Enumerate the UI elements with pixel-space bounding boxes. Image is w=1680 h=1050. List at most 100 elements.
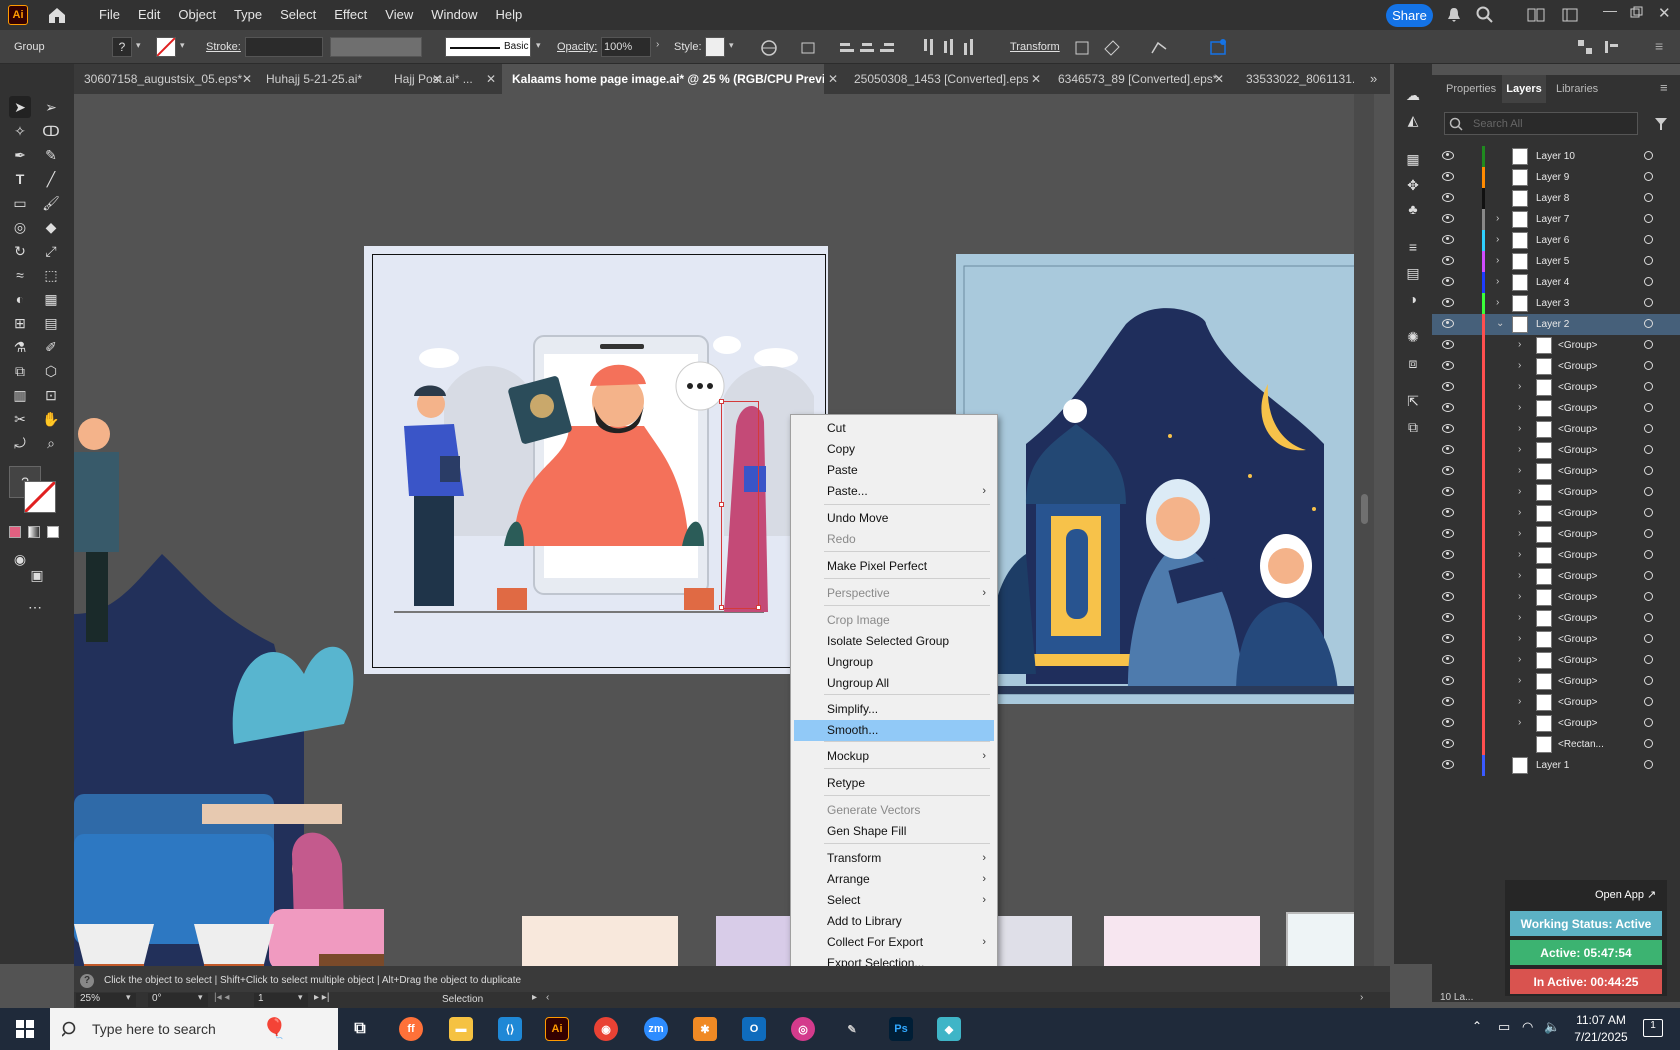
menu-item-ungroup[interactable]: Ungroup bbox=[794, 652, 994, 673]
transform-link[interactable]: Transform bbox=[1010, 41, 1060, 53]
visibility-eye-icon[interactable] bbox=[1442, 487, 1454, 496]
expand-icon[interactable]: › bbox=[1518, 339, 1521, 350]
wifi-icon[interactable]: ◠ bbox=[1522, 1019, 1533, 1035]
rotate-view-tool-icon[interactable]: ⤾ bbox=[9, 432, 31, 454]
magic-wand-tool-icon[interactable]: ✧ bbox=[9, 120, 31, 142]
chrome-icon[interactable]: ◉ bbox=[594, 1017, 618, 1041]
menu-item-paste[interactable]: Paste bbox=[794, 460, 994, 481]
visibility-eye-icon[interactable] bbox=[1442, 214, 1454, 223]
zoom-icon[interactable]: zm bbox=[644, 1017, 668, 1041]
visibility-eye-icon[interactable] bbox=[1442, 634, 1454, 643]
type-tool-icon[interactable]: T bbox=[9, 168, 31, 190]
layers-search-field[interactable]: Search All bbox=[1444, 112, 1638, 135]
chevron-down-icon[interactable]: ▾ bbox=[198, 992, 203, 1003]
visibility-eye-icon[interactable] bbox=[1442, 424, 1454, 433]
tab-document-active[interactable]: Kalaams home page image.ai* @ 25 % (RGB/… bbox=[502, 64, 824, 94]
chevron-down-icon[interactable]: ▾ bbox=[729, 40, 734, 51]
layer-row[interactable]: › Layer 4 bbox=[1432, 272, 1680, 293]
visibility-eye-icon[interactable] bbox=[1442, 466, 1454, 475]
expand-icon[interactable]: › bbox=[1518, 465, 1521, 476]
network-icon[interactable]: ▭ bbox=[1498, 1019, 1510, 1035]
gradient-mode-icon[interactable] bbox=[28, 526, 40, 538]
target-circle-icon[interactable] bbox=[1644, 634, 1653, 643]
fill-swatch[interactable]: ? bbox=[112, 37, 132, 57]
selection-tool-icon[interactable]: ➤ bbox=[9, 96, 31, 118]
panel-menu-icon[interactable]: ≡ bbox=[1660, 80, 1668, 95]
layer-row[interactable]: › <Group> bbox=[1432, 419, 1680, 440]
home-icon[interactable] bbox=[46, 5, 68, 25]
menu-item-paste-submenu[interactable]: Paste... › bbox=[794, 481, 994, 502]
mesh-tool-icon[interactable]: ⊞ bbox=[9, 312, 31, 334]
expand-icon[interactable]: › bbox=[1518, 570, 1521, 581]
layer-row[interactable]: Layer 8 bbox=[1432, 188, 1680, 209]
stroke-swatch[interactable] bbox=[156, 37, 176, 57]
target-circle-icon[interactable] bbox=[1644, 739, 1653, 748]
layer-row[interactable]: › <Group> bbox=[1432, 671, 1680, 692]
close-tab-icon[interactable]: ✕ bbox=[242, 64, 252, 94]
artboard-tool-icon[interactable]: ⊡ bbox=[40, 384, 62, 406]
taskbar-search[interactable]: Type here to search 🎈 bbox=[50, 1008, 338, 1050]
close-tab-icon[interactable]: ✕ bbox=[1214, 64, 1224, 94]
expand-icon[interactable]: ⌄ bbox=[1496, 318, 1504, 329]
visibility-eye-icon[interactable] bbox=[1442, 382, 1454, 391]
illustrator-taskbar-icon[interactable]: Ai bbox=[545, 1017, 569, 1041]
slice-tool-icon[interactable]: ✂ bbox=[9, 408, 31, 430]
share-button[interactable]: Share bbox=[1386, 4, 1433, 27]
artboard-main[interactable] bbox=[364, 246, 828, 674]
expand-icon[interactable]: › bbox=[1518, 633, 1521, 644]
menu-select[interactable]: Select bbox=[271, 0, 325, 30]
menu-item-generate-vectors[interactable]: Generate Vectors bbox=[794, 800, 994, 821]
close-tab-icon[interactable]: ✕ bbox=[828, 64, 838, 94]
target-circle-icon[interactable] bbox=[1644, 193, 1653, 202]
target-circle-icon[interactable] bbox=[1644, 424, 1653, 433]
shape-builder-tool-icon[interactable]: ◐ bbox=[9, 288, 31, 310]
target-circle-icon[interactable] bbox=[1644, 361, 1653, 370]
visibility-eye-icon[interactable] bbox=[1442, 277, 1454, 286]
screen-mode-icon[interactable]: ▣ bbox=[26, 564, 48, 586]
xampp-icon[interactable]: ✱ bbox=[693, 1017, 717, 1041]
expand-icon[interactable]: › bbox=[1496, 255, 1499, 266]
visibility-eye-icon[interactable] bbox=[1442, 151, 1454, 160]
visibility-eye-icon[interactable] bbox=[1442, 718, 1454, 727]
close-tab-icon[interactable]: ✕ bbox=[486, 64, 496, 94]
layer-row[interactable]: › <Group> bbox=[1432, 629, 1680, 650]
expand-icon[interactable]: › bbox=[1518, 654, 1521, 665]
layer-row[interactable]: › <Group> bbox=[1432, 356, 1680, 377]
minimize-icon[interactable]: — bbox=[1603, 2, 1617, 18]
chevron-down-icon[interactable]: ▾ bbox=[536, 40, 541, 51]
artboard-thumbnail[interactable] bbox=[1104, 916, 1260, 966]
gradient-panel-icon[interactable]: ▤ bbox=[1402, 262, 1424, 284]
menu-type[interactable]: Type bbox=[225, 0, 271, 30]
visibility-eye-icon[interactable] bbox=[1442, 172, 1454, 181]
layer-row[interactable]: › <Group> bbox=[1432, 335, 1680, 356]
visibility-eye-icon[interactable] bbox=[1442, 508, 1454, 517]
menu-edit[interactable]: Edit bbox=[129, 0, 169, 30]
target-circle-icon[interactable] bbox=[1644, 319, 1653, 328]
stroke-weight-field[interactable] bbox=[245, 37, 323, 57]
scale-tool-icon[interactable]: ⤢ bbox=[40, 240, 62, 262]
layer-row[interactable]: <Rectan... bbox=[1432, 734, 1680, 755]
target-circle-icon[interactable] bbox=[1644, 466, 1653, 475]
menu-view[interactable]: View bbox=[376, 0, 422, 30]
target-circle-icon[interactable] bbox=[1644, 529, 1653, 538]
zoom-tool-icon[interactable]: ⌕ bbox=[40, 432, 62, 454]
target-circle-icon[interactable] bbox=[1644, 445, 1653, 454]
menu-item-arrange[interactable]: Arrange › bbox=[794, 869, 994, 890]
menu-item-undo-move[interactable]: Undo Move bbox=[794, 508, 994, 529]
chevron-right-icon[interactable]: ▸ bbox=[532, 992, 537, 1003]
scrollbar-thumb[interactable] bbox=[1361, 494, 1368, 524]
volume-icon[interactable]: 🔈 bbox=[1544, 1019, 1560, 1035]
tray-chevron-icon[interactable]: ⌃ bbox=[1472, 1019, 1482, 1033]
open-app-link[interactable]: Open App ↗ bbox=[1595, 888, 1656, 901]
artboard-thumbnail[interactable] bbox=[522, 916, 678, 966]
task-view-icon[interactable]: ⧉ bbox=[348, 1017, 372, 1041]
canvas[interactable] bbox=[74, 94, 1374, 966]
recolor-icon[interactable] bbox=[760, 39, 778, 57]
target-circle-icon[interactable] bbox=[1644, 172, 1653, 181]
visibility-eye-icon[interactable] bbox=[1442, 571, 1454, 580]
target-circle-icon[interactable] bbox=[1644, 655, 1653, 664]
bell-icon[interactable] bbox=[1446, 7, 1462, 23]
shaper-tool-icon[interactable]: ◎ bbox=[9, 216, 31, 238]
close-tab-icon[interactable]: ✕ bbox=[1031, 64, 1041, 94]
expand-icon[interactable]: › bbox=[1518, 360, 1521, 371]
